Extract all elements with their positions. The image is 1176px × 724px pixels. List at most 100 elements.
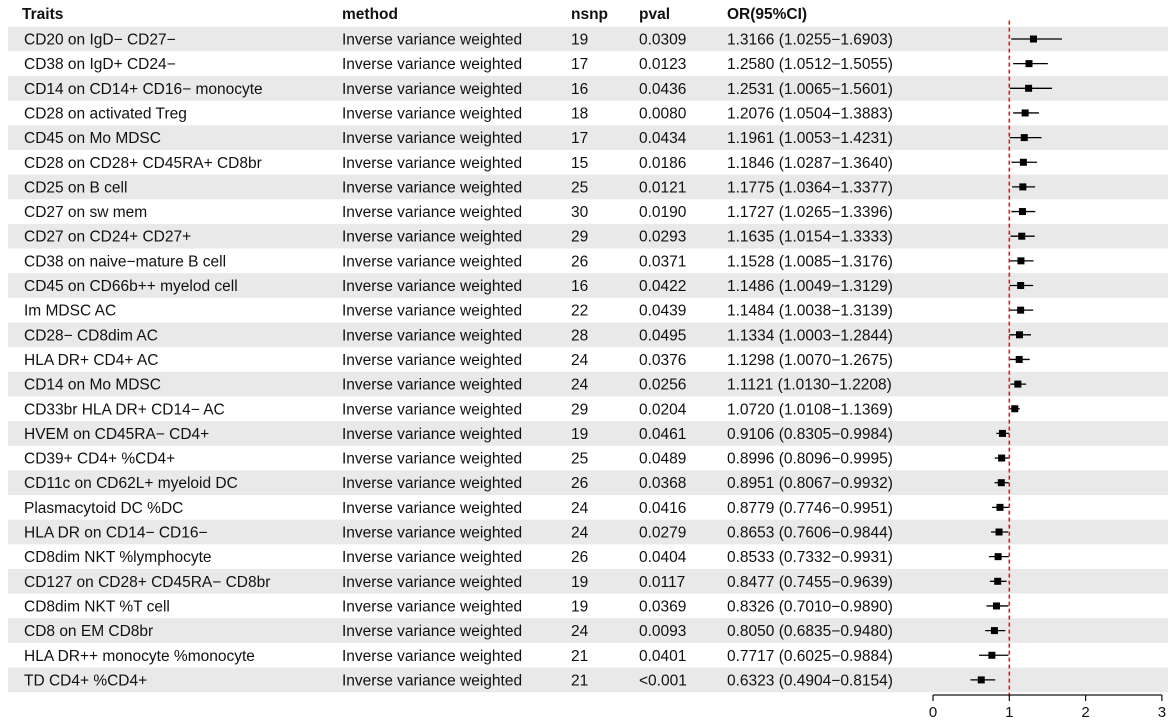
row-nsnp: 19 bbox=[571, 426, 588, 443]
row-trait: CD8dim NKT %T cell bbox=[24, 598, 170, 615]
row-or-text: 1.1298 (1.0070−1.2675) bbox=[727, 352, 893, 369]
row-nsnp: 15 bbox=[571, 155, 588, 172]
header-method: method bbox=[342, 6, 398, 23]
row-pval: 0.0121 bbox=[639, 179, 686, 196]
row-method: Inverse variance weighted bbox=[342, 525, 522, 542]
row-nsnp: 16 bbox=[571, 81, 588, 98]
row-or-text: 0.7717 (0.6025−0.9884) bbox=[727, 648, 893, 665]
point-estimate bbox=[993, 602, 1001, 610]
row-method: Inverse variance weighted bbox=[342, 377, 522, 394]
row-method: Inverse variance weighted bbox=[342, 204, 522, 221]
table-row: CD28 on CD28+ CD45RA+ CD8br Inverse varia… bbox=[24, 155, 893, 172]
row-nsnp: 26 bbox=[571, 549, 588, 566]
row-or-text: 1.1846 (1.0287−1.3640) bbox=[727, 155, 893, 172]
row-nsnp: 18 bbox=[571, 105, 588, 122]
row-or-text: 0.8653 (0.7606−0.9844) bbox=[727, 525, 893, 542]
row-nsnp: 17 bbox=[571, 130, 588, 147]
table-row: HLA DR on CD14− CD16− Inverse variance we… bbox=[24, 525, 893, 542]
row-trait: CD27 on CD24+ CD27+ bbox=[24, 229, 191, 246]
row-trait: CD28 on CD28+ CD45RA+ CD8br bbox=[24, 155, 262, 172]
row-or-text: 0.8996 (0.8096−0.9995) bbox=[727, 451, 893, 468]
row-nsnp: 28 bbox=[571, 327, 588, 344]
row-nsnp: 30 bbox=[571, 204, 589, 221]
row-pval: 0.0368 bbox=[639, 475, 686, 492]
point-estimate bbox=[1018, 208, 1026, 216]
row-or-text: 1.3166 (1.0255−1.6903) bbox=[727, 32, 893, 49]
table-row: HVEM on CD45RA− CD4+ Inverse variance wei… bbox=[24, 426, 893, 443]
x-axis: 0 1 2 3 bbox=[929, 694, 1166, 721]
row-or-text: 0.6323 (0.4904−0.8154) bbox=[727, 672, 893, 689]
row-or-text: 1.1484 (1.0038−1.3139) bbox=[727, 303, 893, 320]
header-traits: Traits bbox=[22, 6, 63, 23]
table-row: CD8dim NKT %lymphocyte Inverse variance w… bbox=[24, 549, 893, 566]
row-or-text: 0.8326 (0.7010−0.9890) bbox=[727, 598, 893, 615]
row-pval: 0.0436 bbox=[639, 81, 686, 98]
point-estimate bbox=[1015, 355, 1023, 363]
row-pval: 0.0080 bbox=[639, 105, 687, 122]
table-row: CD28 on activated Treg Inverse variance w… bbox=[24, 105, 893, 122]
row-pval: 0.0401 bbox=[639, 648, 686, 665]
row-nsnp: 29 bbox=[571, 401, 588, 418]
row-trait: HLA DR++ monocyte %monocyte bbox=[24, 648, 255, 665]
row-nsnp: 25 bbox=[571, 451, 588, 468]
row-nsnp: 26 bbox=[571, 253, 588, 270]
point-estimate bbox=[1025, 84, 1033, 92]
row-pval: 0.0369 bbox=[639, 598, 686, 615]
row-trait: CD38 on naive−mature B cell bbox=[24, 253, 226, 270]
header-nsnp: nsnp bbox=[571, 6, 608, 23]
point-estimate bbox=[1020, 134, 1028, 142]
row-trait: TD CD4+ %CD4+ bbox=[24, 672, 147, 689]
row-pval: 0.0439 bbox=[639, 303, 686, 320]
x-tick-label: 1 bbox=[1005, 704, 1013, 721]
row-method: Inverse variance weighted bbox=[342, 105, 522, 122]
row-pval: 0.0309 bbox=[639, 32, 686, 49]
row-method: Inverse variance weighted bbox=[342, 179, 522, 196]
row-method: Inverse variance weighted bbox=[342, 500, 522, 517]
row-trait: Plasmacytoid DC %DC bbox=[24, 500, 183, 517]
row-nsnp: 29 bbox=[571, 229, 588, 246]
row-pval: 0.0279 bbox=[639, 525, 686, 542]
forest-plot: Traits method nsnp pval OR(95%CI) CD20 o… bbox=[8, 6, 1168, 721]
row-or-text: 1.2531 (1.0065−1.5601) bbox=[727, 81, 893, 98]
row-method: Inverse variance weighted bbox=[342, 32, 522, 49]
row-method: Inverse variance weighted bbox=[342, 648, 522, 665]
row-or-text: 1.1121 (1.0130−1.2208) bbox=[727, 377, 892, 394]
row-or-text: 1.1961 (1.0053−1.4231) bbox=[727, 130, 893, 147]
row-method: Inverse variance weighted bbox=[342, 327, 522, 344]
point-estimate bbox=[977, 676, 985, 684]
row-method: Inverse variance weighted bbox=[342, 229, 522, 246]
table-row: CD38 on naive−mature B cell Inverse varia… bbox=[24, 253, 893, 270]
row-method: Inverse variance weighted bbox=[342, 278, 522, 295]
table-row: CD33br HLA DR+ CD14− AC Inverse variance … bbox=[24, 401, 893, 418]
column-headers: Traits method nsnp pval OR(95%CI) bbox=[22, 6, 807, 23]
point-estimate bbox=[1021, 109, 1029, 117]
row-nsnp: 24 bbox=[571, 500, 589, 517]
row-pval: 0.0495 bbox=[639, 327, 686, 344]
row-trait: CD27 on sw mem bbox=[24, 204, 147, 221]
row-trait: CD38 on IgD+ CD24− bbox=[24, 56, 176, 73]
row-method: Inverse variance weighted bbox=[342, 451, 522, 468]
row-trait: CD14 on CD14+ CD16− monocyte bbox=[24, 81, 263, 98]
point-estimate bbox=[1025, 60, 1033, 68]
table-row: CD14 on CD14+ CD16− monocyte Inverse vari… bbox=[24, 81, 893, 98]
row-trait: CD8dim NKT %lymphocyte bbox=[24, 549, 212, 566]
row-pval: 0.0371 bbox=[639, 253, 686, 270]
point-estimate bbox=[1017, 257, 1025, 265]
row-nsnp: 24 bbox=[571, 377, 589, 394]
row-pval: 0.0404 bbox=[639, 549, 687, 566]
point-estimate bbox=[996, 503, 1004, 511]
point-estimate bbox=[1019, 158, 1027, 166]
row-nsnp: 19 bbox=[571, 574, 588, 591]
row-pval: 0.0434 bbox=[639, 130, 687, 147]
row-trait: CD11c on CD62L+ myeloid DC bbox=[24, 475, 238, 492]
row-method: Inverse variance weighted bbox=[342, 549, 522, 566]
row-nsnp: 16 bbox=[571, 278, 588, 295]
table-row: Im MDSC AC Inverse variance weighted 22 0.0… bbox=[24, 303, 893, 320]
table-row: CD11c on CD62L+ myeloid DC Inverse varian… bbox=[24, 475, 893, 492]
point-estimate bbox=[995, 528, 1003, 536]
row-or-text: 0.8477 (0.7455−0.9639) bbox=[727, 574, 893, 591]
row-nsnp: 25 bbox=[571, 179, 588, 196]
row-method: Inverse variance weighted bbox=[342, 130, 522, 147]
header-or-ci: OR(95%CI) bbox=[727, 6, 807, 23]
row-trait: CD127 on CD28+ CD45RA− CD8br bbox=[24, 574, 270, 591]
